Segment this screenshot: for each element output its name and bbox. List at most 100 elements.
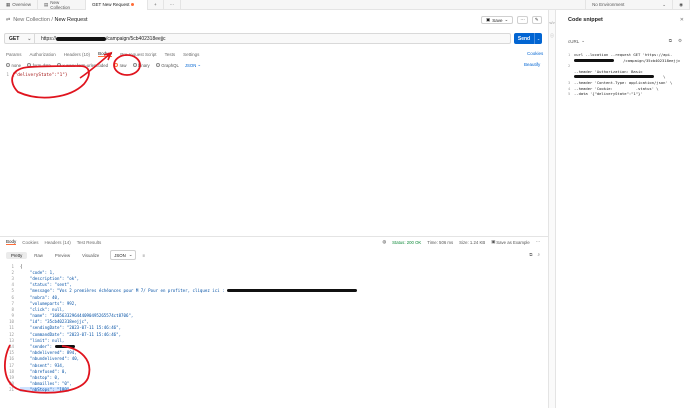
tab-more-button[interactable]: ⋯: [164, 0, 182, 10]
response-tab-cookies[interactable]: Cookies: [22, 240, 38, 245]
line-text: "click": null,: [20, 306, 65, 312]
response-panel: Body Cookies Headers (14) Test Results ◍…: [0, 236, 548, 408]
line-number: 2: [11, 269, 14, 275]
body-type-options: none form-data x-www-form-urlencoded raw…: [6, 61, 201, 69]
response-tab-test-results[interactable]: Test Results: [77, 240, 102, 245]
tab-settings[interactable]: Settings: [183, 52, 199, 57]
line-number: 7: [11, 300, 14, 306]
more-button[interactable]: ⋯: [517, 16, 528, 24]
code-snippet-panel: Code snippet ✕ cURL ⌄ ⚙ ⧉ 1 curl --locatio…: [555, 10, 690, 408]
breadcrumb-request[interactable]: New Request: [54, 17, 87, 23]
environment-quicklook-button[interactable]: ◉: [673, 0, 690, 10]
line-text: "description": "ok",: [20, 275, 80, 281]
snippet-code: 1 curl --location --request GET 'https://…: [568, 52, 686, 97]
close-icon[interactable]: ✕: [680, 17, 684, 23]
save-as-example-button[interactable]: ▣ Save as Example: [491, 239, 530, 245]
tab-overview[interactable]: ▦ Overview: [0, 0, 39, 10]
environment-select[interactable]: No Environment ⌄: [585, 0, 674, 10]
view-visualize[interactable]: Visualize: [77, 252, 104, 259]
breadcrumb: ⇄ New Collection / New Request: [6, 17, 88, 23]
line-text: "sendingDate": "2023-07-11 15:46:46",: [20, 325, 122, 331]
line-number: 6: [11, 294, 14, 300]
beautify-link[interactable]: Beautify: [524, 62, 540, 67]
body-type-form-data[interactable]: form-data: [27, 63, 51, 68]
response-tab-headers[interactable]: Headers (14): [45, 240, 71, 245]
breadcrumb-collection[interactable]: New Collection: [13, 17, 50, 23]
code-line: 1 {"deliveryState":"1"}: [6, 72, 68, 78]
body-format-select[interactable]: JSON ⌄: [185, 62, 201, 68]
right-rail: </> ⓘ: [548, 10, 555, 408]
redacted-scribble: [56, 36, 107, 41]
method-select[interactable]: GET ⌄: [5, 34, 35, 43]
body-type-urlencoded[interactable]: x-www-form-urlencoded: [56, 63, 108, 68]
body-type-binary[interactable]: binary: [132, 63, 150, 68]
view-preview[interactable]: Preview: [50, 252, 75, 259]
snippet-language-select[interactable]: cURL ⌄: [568, 38, 585, 44]
response-tab-body[interactable]: Body: [6, 239, 17, 245]
tab-authorization[interactable]: Authorization: [30, 52, 56, 57]
body-type-none[interactable]: none: [6, 63, 21, 68]
line-number: 13: [9, 337, 14, 343]
folder-icon: ▤: [44, 1, 49, 7]
unsaved-dot-icon: [131, 3, 135, 6]
response-format-select[interactable]: JSON ⌄: [110, 250, 137, 260]
line-text: "nbrefused": 0,: [20, 368, 67, 374]
chevron-down-icon: ⌄: [197, 62, 201, 67]
cookies-link[interactable]: Cookies: [527, 51, 543, 56]
tab-body[interactable]: Body ●: [98, 51, 113, 57]
request-body-editor[interactable]: 1 {"deliveryState":"1"}: [0, 72, 548, 232]
tab-pre-request-script[interactable]: Pre-request Script: [120, 52, 156, 57]
tab-new-request[interactable]: GET New Request: [86, 0, 149, 10]
response-time[interactable]: Time: 506 ms: [427, 240, 453, 245]
tab-params[interactable]: Params: [6, 52, 22, 57]
tab-new-collection[interactable]: ▤ New Collection: [38, 0, 87, 10]
line-text: {: [20, 263, 23, 269]
line-text: "nbmailles": "0",: [20, 381, 72, 387]
url-input[interactable]: https:///campaign/5cb402318eejjc: [35, 36, 166, 42]
wrap-icon[interactable]: ≡: [142, 253, 145, 258]
line-number: 3: [11, 275, 14, 281]
copy-icon[interactable]: ⧉: [669, 38, 672, 43]
snippet-line: 5 --data '{"deliveryState":"1"}': [568, 91, 643, 97]
radio-icon: [155, 63, 160, 67]
copy-icon[interactable]: ⧉: [529, 252, 532, 257]
line-text: "nobra": 40,: [20, 294, 60, 300]
settings-icon[interactable]: ⚙: [678, 38, 682, 44]
chevron-down-icon: ⌄: [536, 36, 541, 41]
body-type-graphql[interactable]: GraphQL: [155, 63, 179, 68]
send-options-button[interactable]: ⌄: [534, 33, 542, 44]
line-text: "nbstop": 0,: [20, 374, 60, 380]
status-badge[interactable]: Status: 200 OK: [392, 240, 421, 245]
save-button[interactable]: ▣ Save ⌄: [481, 16, 514, 24]
chevron-down-icon: ⌄: [128, 252, 133, 257]
line-number: 5: [11, 288, 14, 294]
response-size[interactable]: Size: 1.24 KB: [459, 240, 485, 245]
line-number: 15: [9, 350, 14, 356]
radio-selected-icon: [114, 63, 119, 67]
line-text: "nbStops": "180": [20, 387, 70, 393]
line-number: 19: [9, 374, 14, 380]
chevron-down-icon: ⌄: [662, 1, 667, 7]
line-text: "nbundelivered": 40,: [20, 356, 80, 362]
request-tabs: Params Authorization Headers (10) Body ●…: [6, 50, 199, 58]
response-body: 1 {2 "code": 1, 3 "description": "ok", 4 "s…: [6, 263, 546, 393]
more-icon[interactable]: ⋯: [536, 239, 540, 245]
view-raw[interactable]: Raw: [29, 252, 48, 259]
edit-button[interactable]: ✎: [531, 16, 542, 24]
body-type-raw[interactable]: raw: [114, 63, 127, 68]
line-number: 14: [9, 344, 14, 350]
chevron-down-icon: ⌄: [504, 17, 509, 22]
tab-headers[interactable]: Headers (10): [64, 52, 90, 57]
save-icon: ▣: [486, 17, 491, 22]
new-tab-button[interactable]: +: [148, 0, 164, 10]
line-text: "limit": null,: [20, 337, 65, 343]
line-number: 16: [9, 356, 14, 362]
view-pretty[interactable]: Pretty: [6, 251, 28, 259]
tab-tests[interactable]: Tests: [165, 52, 176, 57]
radio-icon: [6, 63, 10, 67]
header-actions: ▣ Save ⌄ ⋯ ✎: [481, 16, 542, 24]
radio-icon: [56, 63, 61, 67]
send-button[interactable]: Send: [514, 33, 534, 44]
search-icon[interactable]: ⌕: [537, 252, 540, 257]
radio-icon: [132, 63, 137, 67]
